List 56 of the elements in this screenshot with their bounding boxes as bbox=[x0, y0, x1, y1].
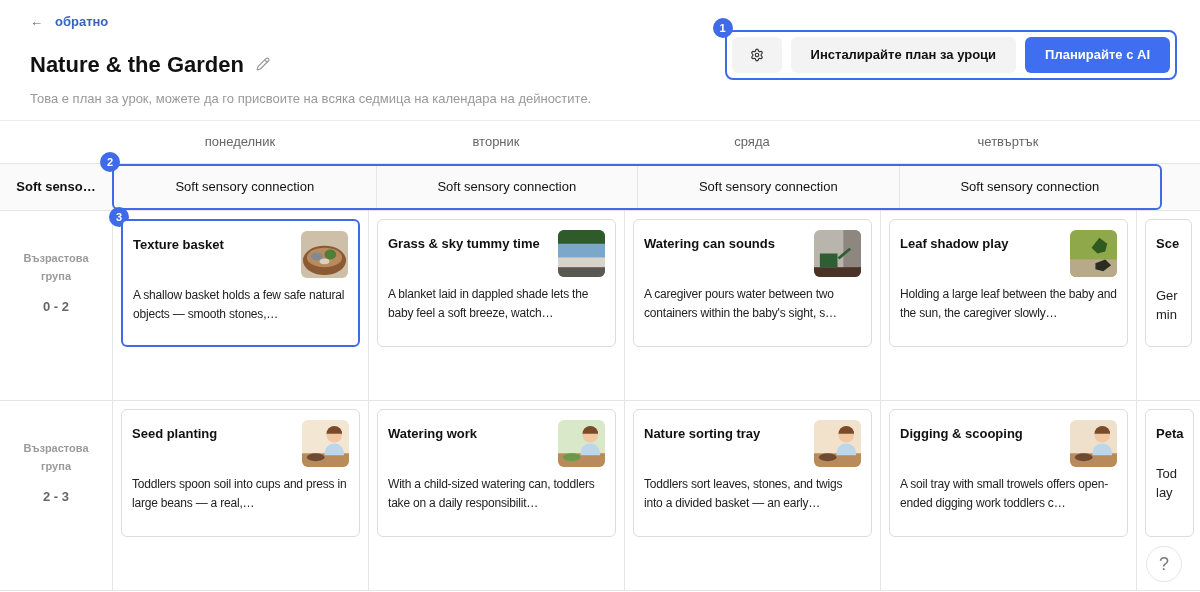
card-description: Toddlers spoon soil into cups and press in large beans — a real,… bbox=[132, 476, 348, 512]
card-description: A shallow basket holds a few safe natural objects — smooth stones,… bbox=[133, 287, 346, 323]
activity-card[interactable]: Watering work With a child-sized watering can, toddlers take on a daily responsibilit… bbox=[377, 409, 616, 537]
age-group-label: Възрастова група bbox=[22, 441, 90, 474]
card-title: Grass & sky tummy time bbox=[388, 235, 540, 253]
step-badge: 1 bbox=[712, 18, 733, 38]
theme-cell-text: Soft sensory connection bbox=[437, 178, 577, 197]
step-badge: 2 bbox=[100, 152, 120, 172]
activity-card[interactable]: Nature sorting tray Toddlers sort leaves, stones, and twigs into a divided basket — an early… bbox=[633, 409, 872, 537]
activity-card[interactable]: Sce Ger min bbox=[1145, 219, 1192, 347]
day-header: вторник bbox=[471, 133, 521, 152]
activity-card[interactable]: Digging & scooping A soil tray with small trowels offers open-ended digging work toddlers c… bbox=[889, 409, 1128, 537]
age-range: 0 - 2 bbox=[43, 298, 69, 316]
activity-card[interactable]: Seed planting Toddlers spoon soil into cups and press in large beans — a real,… bbox=[121, 409, 360, 537]
activity-card[interactable]: Grass & sky tummy time A blanket laid in dappled shade lets the baby feel a soft breeze, watch… bbox=[377, 219, 616, 347]
age-range: 2 - 3 bbox=[43, 488, 69, 506]
card-title: Nature sorting tray bbox=[644, 425, 761, 443]
card-description: A blanket laid in dappled shade lets the baby feel a soft breeze, watch… bbox=[388, 286, 590, 322]
install-plan-button[interactable]: Инсталирайте план за уроци bbox=[790, 37, 1017, 73]
card-description: Holding a large leaf between the baby and the sun, the caregiver slowly… bbox=[900, 286, 1117, 322]
card-description: min bbox=[1156, 305, 1178, 324]
settings-button[interactable] bbox=[731, 37, 782, 73]
card-description: Tod bbox=[1156, 464, 1178, 483]
day-header: понеделник bbox=[203, 133, 277, 152]
card-description: Toddlers sort leaves, stones, and twigs into a divided basket — an early… bbox=[644, 476, 844, 512]
plan-ai-button[interactable]: Планирайте с AI bbox=[1025, 37, 1170, 73]
page-description: Това е план за урок, можете да го присвоите на всяка седмица на календара на дейностите. bbox=[30, 89, 592, 108]
help-button[interactable]: ? bbox=[1146, 546, 1182, 582]
activity-card[interactable]: Peta Tod lay bbox=[1145, 409, 1195, 537]
card-description: A soil tray with small trowels offers open-ended digging work toddlers c… bbox=[900, 476, 1109, 512]
card-title: Watering can sounds bbox=[644, 235, 775, 253]
card-description: With a child-sized watering can, toddlers take on a daily responsibilit… bbox=[388, 476, 596, 512]
card-description: Ger bbox=[1156, 286, 1179, 305]
back-link[interactable]: ← обратно bbox=[30, 12, 592, 32]
card-title: Texture basket bbox=[133, 236, 224, 254]
card-title: Seed planting bbox=[132, 425, 218, 443]
activity-card[interactable]: Texture basket A shallow basket holds a few safe natural objects — smooth stones,… bbox=[121, 219, 360, 347]
day-header: четвъртък bbox=[976, 133, 1040, 152]
edit-icon[interactable] bbox=[255, 57, 270, 71]
card-title: Digging & scooping bbox=[900, 425, 1023, 443]
theme-cell-text: Soft sensory connection bbox=[960, 178, 1100, 197]
activity-card[interactable]: Leaf shadow play Holding a large leaf between the baby and the sun, the caregiver slowly… bbox=[889, 219, 1128, 347]
theme-cell-text: Soft sensory connection bbox=[175, 178, 315, 197]
settings-icon bbox=[749, 48, 764, 62]
card-title: Leaf shadow play bbox=[900, 235, 1009, 253]
page-title: Nature & the Garden bbox=[30, 50, 244, 79]
card-description: A caregiver pours water between two containers within the baby's sight, s… bbox=[644, 286, 838, 322]
age-group-label: Възрастова група bbox=[22, 251, 90, 284]
day-header: сряда bbox=[733, 133, 771, 152]
card-title: Peta bbox=[1156, 425, 1184, 443]
card-description: lay bbox=[1156, 483, 1174, 502]
card-title: Sce bbox=[1156, 235, 1180, 253]
theme-cell-text: Soft sensory connection bbox=[698, 178, 838, 197]
activity-card[interactable]: Watering can sounds A caregiver pours water between two containers within the baby's sight, s… bbox=[633, 219, 872, 347]
theme-row-label: Soft senso… bbox=[16, 178, 96, 197]
card-title: Watering work bbox=[388, 425, 478, 443]
